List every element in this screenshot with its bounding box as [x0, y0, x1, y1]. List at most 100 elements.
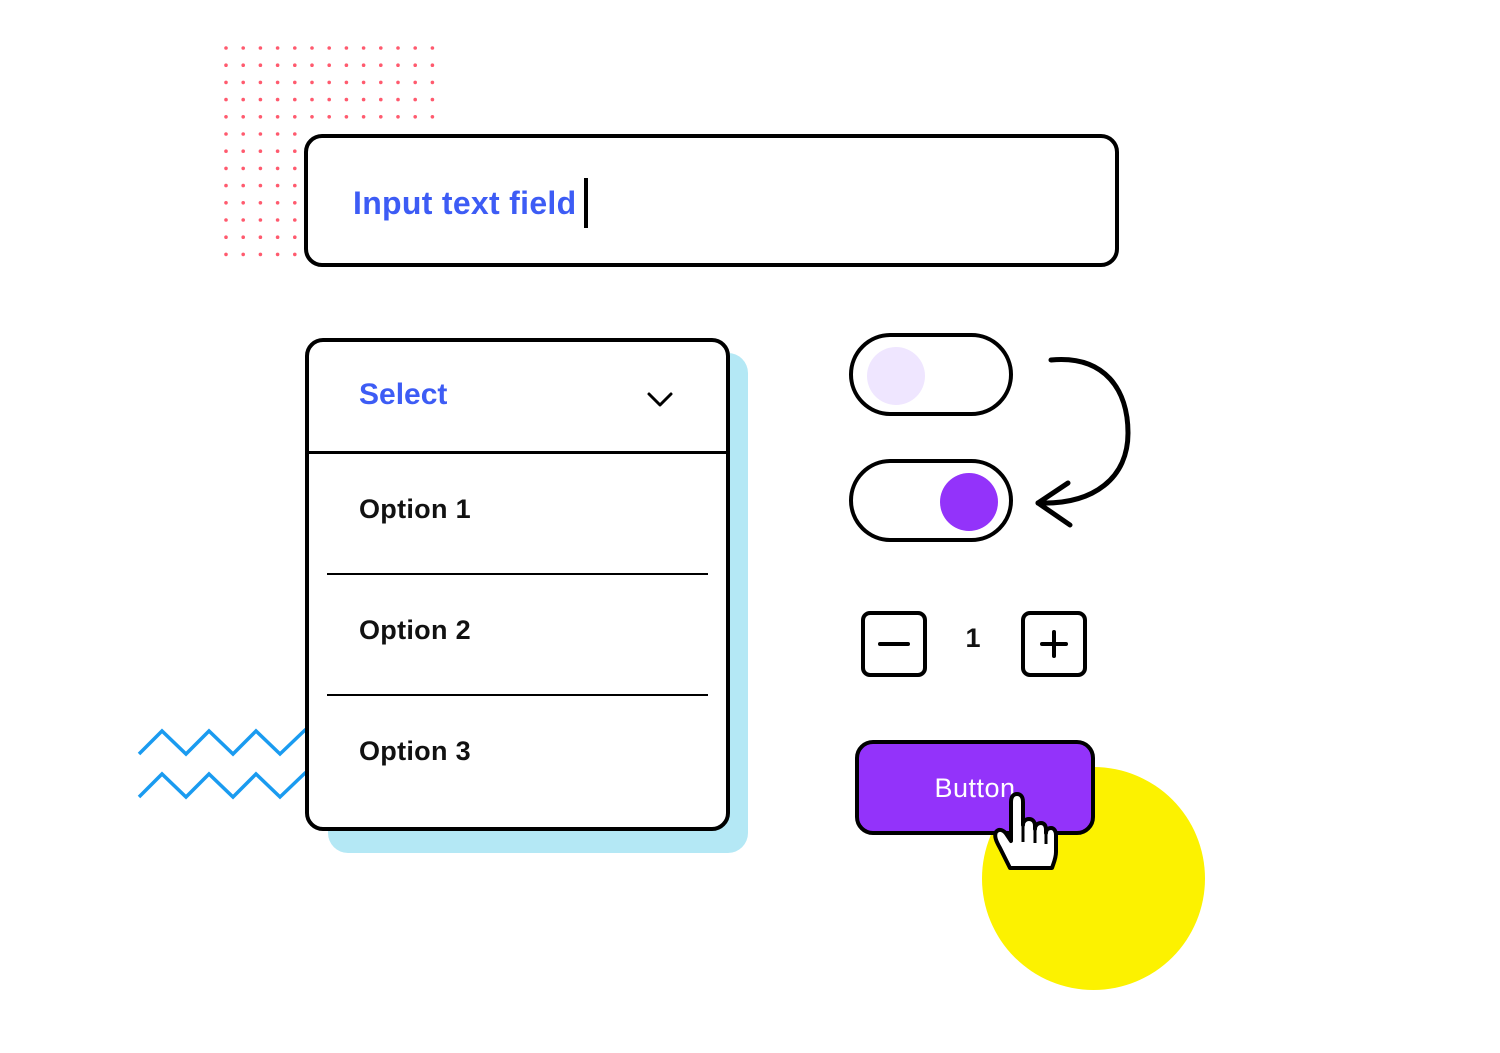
plus-icon: [1040, 630, 1068, 658]
grid-dot: [258, 183, 263, 188]
zigzag-decoration: [137, 720, 320, 800]
text-input-value-wrap: Input text field: [353, 178, 589, 228]
chevron-down-icon: [647, 392, 673, 407]
grid-dot: [275, 252, 280, 257]
grid-dot: [361, 80, 366, 85]
grid-dot: [430, 46, 435, 50]
grid-dot: [241, 80, 245, 85]
grid-dot: [430, 97, 435, 102]
grid-dot: [327, 80, 331, 85]
grid-dot: [241, 252, 245, 257]
grid-dot: [224, 80, 228, 85]
grid-dot: [258, 97, 263, 102]
grid-dot: [258, 80, 263, 85]
text-input-value: Input text field: [353, 184, 577, 221]
grid-dot: [430, 80, 435, 85]
dropdown-option-2[interactable]: Option 2: [309, 575, 726, 696]
grid-dot: [396, 115, 400, 119]
grid-dot: [293, 80, 297, 85]
grid-dot: [430, 115, 435, 119]
text-input[interactable]: Input text field: [304, 134, 1119, 267]
grid-dot: [224, 252, 228, 257]
grid-dot: [224, 97, 228, 102]
stepper-value: 1: [965, 623, 981, 653]
grid-dot: [379, 115, 383, 119]
grid-dot: [413, 63, 417, 67]
toggle-knob: [867, 347, 925, 405]
grid-dot: [310, 46, 314, 50]
grid-dot: [241, 46, 245, 50]
grid-dot: [396, 63, 400, 67]
grid-dot: [293, 218, 297, 222]
dropdown-option-3[interactable]: Option 3: [309, 696, 726, 817]
toggle-on[interactable]: [849, 459, 1013, 542]
grid-dot: [293, 252, 297, 257]
dropdown-option-label: Option 3: [359, 736, 471, 766]
grid-dot: [293, 132, 297, 136]
grid-dot: [224, 183, 228, 188]
grid-dot: [258, 252, 263, 257]
curved-arrow-icon: [1035, 357, 1131, 528]
grid-dot: [258, 166, 263, 171]
grid-dot: [224, 132, 228, 136]
grid-dot: [327, 97, 331, 102]
grid-dot: [293, 149, 297, 153]
grid-dot: [275, 218, 280, 222]
grid-dot: [224, 218, 228, 222]
grid-dot: [310, 115, 314, 119]
grid-dot: [224, 115, 228, 119]
grid-dot: [275, 115, 280, 119]
grid-dot: [396, 80, 400, 85]
grid-dot: [258, 149, 263, 153]
grid-dot: [379, 46, 383, 50]
grid-dot: [413, 97, 417, 102]
grid-dot: [275, 183, 280, 188]
select-trigger[interactable]: Select: [309, 342, 726, 454]
dropdown-option-1[interactable]: Option 1: [309, 454, 726, 575]
toggle-off[interactable]: [849, 333, 1013, 416]
grid-dot: [224, 149, 228, 153]
grid-dot: [413, 46, 417, 50]
grid-dot: [344, 80, 349, 85]
grid-dot: [327, 46, 331, 50]
toggle-knob: [940, 473, 998, 531]
increment-button[interactable]: [1021, 611, 1087, 677]
grid-dot: [293, 46, 297, 50]
grid-dot: [379, 97, 383, 102]
grid-dot: [258, 46, 263, 50]
dropdown-option-label: Option 1: [359, 494, 471, 524]
zigzag-line: [137, 720, 320, 757]
grid-dot: [241, 63, 245, 67]
zigzag-line: [137, 758, 320, 800]
grid-dot: [293, 97, 297, 102]
grid-dot: [258, 218, 263, 222]
text-caret-icon: [584, 178, 589, 228]
grid-dot: [275, 201, 280, 205]
grid-dot: [361, 97, 366, 102]
grid-dot: [310, 80, 314, 85]
grid-dot: [310, 97, 314, 102]
grid-dot: [241, 132, 245, 136]
grid-dot: [344, 97, 349, 102]
decrement-button[interactable]: [861, 611, 927, 677]
grid-dot: [258, 235, 263, 239]
select-label: Select: [359, 378, 448, 411]
grid-dot: [361, 115, 366, 119]
grid-dot: [327, 63, 331, 67]
grid-dot: [241, 97, 245, 102]
grid-dot: [241, 115, 245, 119]
grid-dot: [224, 201, 228, 205]
grid-dot: [293, 201, 297, 205]
grid-dot: [258, 115, 263, 119]
grid-dot: [224, 46, 228, 50]
grid-dot: [413, 80, 417, 85]
grid-dot: [396, 46, 400, 50]
dropdown-option-label: Option 2: [359, 615, 471, 645]
grid-dot: [241, 183, 245, 188]
grid-dot: [310, 63, 314, 67]
grid-dot: [241, 218, 245, 222]
grid-dot: [275, 235, 280, 239]
grid-dot: [275, 132, 280, 136]
grid-dot: [275, 63, 280, 67]
grid-dot: [396, 97, 400, 102]
